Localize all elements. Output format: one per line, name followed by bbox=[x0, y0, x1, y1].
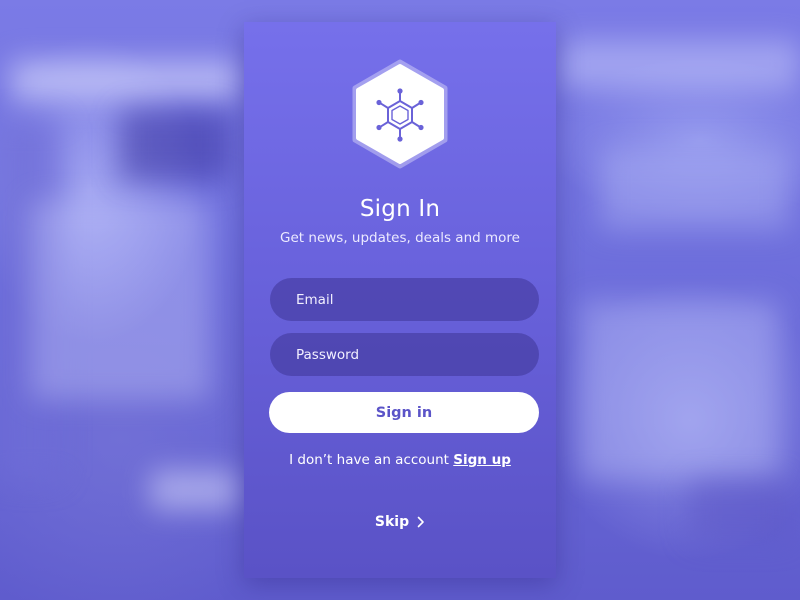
chevron-right-icon bbox=[417, 516, 424, 528]
background-shop bbox=[30, 200, 210, 400]
account-prompt: I don’t have an account Sign up bbox=[244, 452, 556, 468]
email-field[interactable] bbox=[270, 278, 539, 321]
app-logo bbox=[349, 58, 451, 170]
sign-up-link[interactable]: Sign up bbox=[453, 452, 511, 468]
background-object bbox=[690, 480, 790, 540]
sign-in-card: Sign In Get news, updates, deals and mor… bbox=[244, 22, 556, 578]
account-prompt-text: I don’t have an account bbox=[289, 452, 449, 468]
background-counter bbox=[600, 150, 790, 230]
skip-button[interactable]: Skip bbox=[375, 514, 425, 530]
password-field[interactable] bbox=[270, 333, 539, 376]
background-light bbox=[150, 470, 240, 510]
sign-in-button[interactable]: Sign in bbox=[269, 392, 539, 433]
background-sign bbox=[120, 110, 230, 180]
page-title: Sign In bbox=[359, 196, 441, 222]
skip-label: Skip bbox=[374, 514, 410, 530]
background-display bbox=[580, 300, 780, 480]
background-ceiling bbox=[560, 40, 800, 90]
page-subtitle: Get news, updates, deals and more bbox=[280, 230, 520, 246]
background-shelf bbox=[10, 60, 240, 100]
email-input[interactable] bbox=[294, 290, 539, 309]
molecule-hexagon-icon bbox=[352, 59, 448, 169]
skip-row: Skip bbox=[244, 514, 556, 530]
password-input[interactable] bbox=[294, 345, 539, 364]
